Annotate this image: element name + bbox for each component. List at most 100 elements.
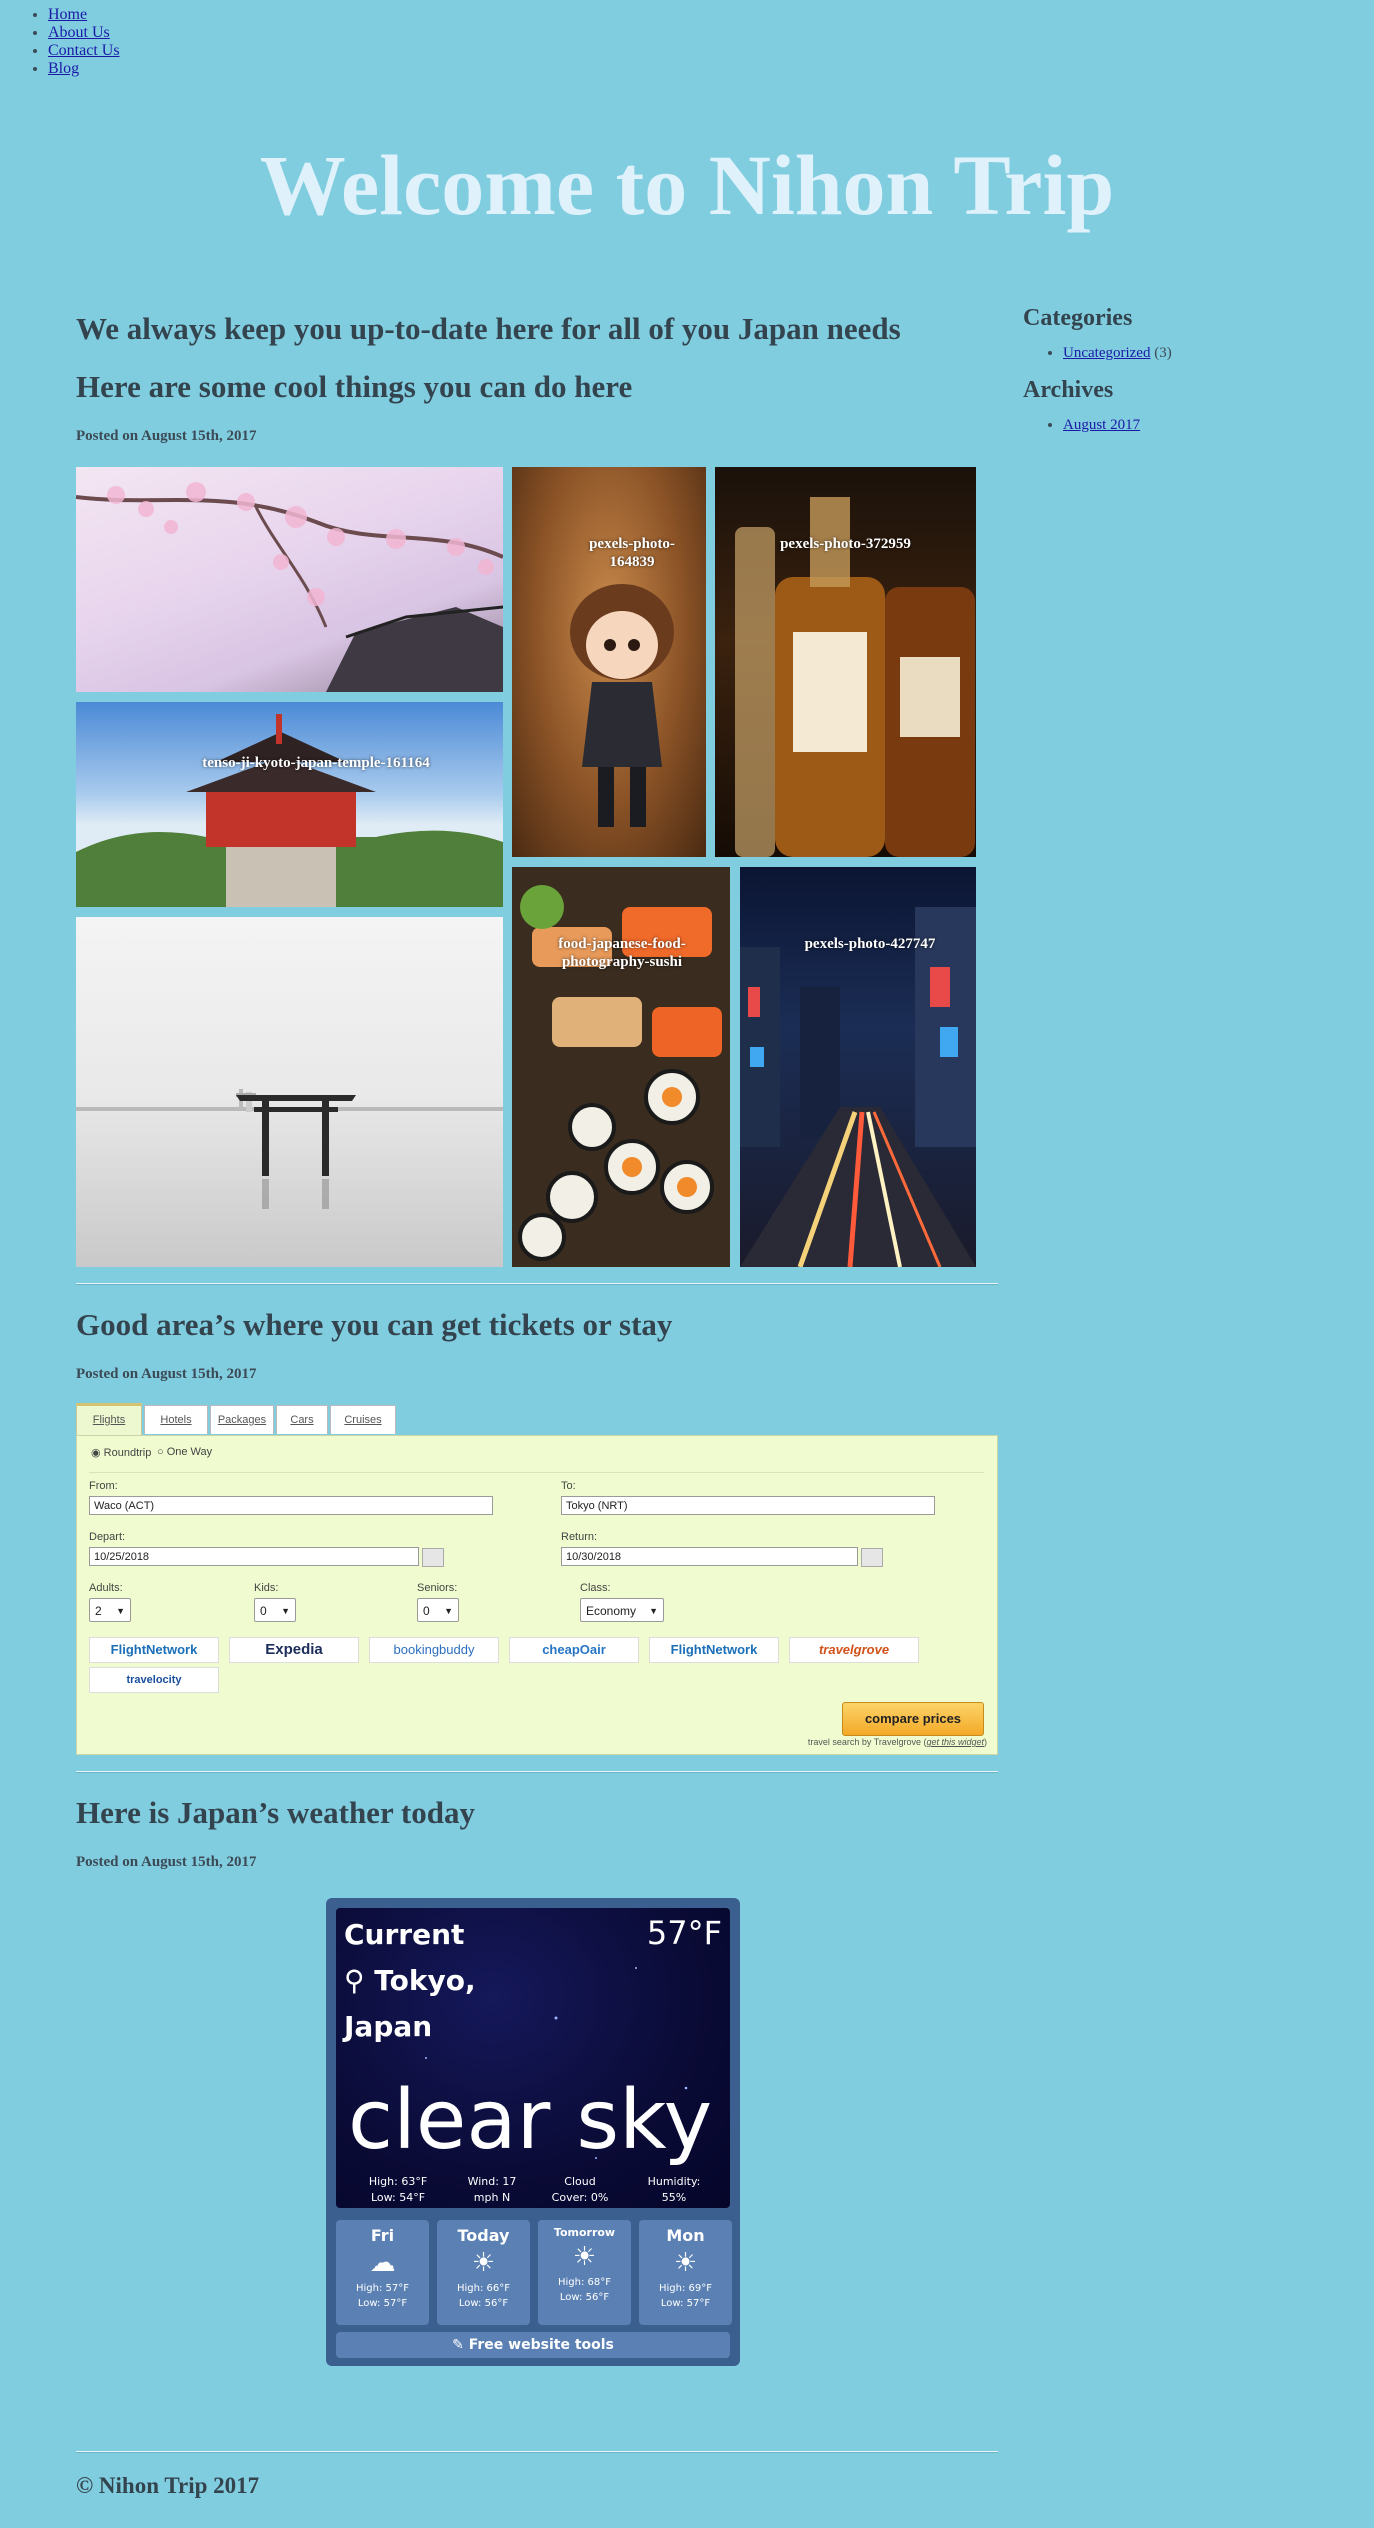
current-weather-panel: Current 57°F ⚲ Tokyo, Japan clear sky Hi… bbox=[336, 1908, 730, 2208]
gallery-image-figure[interactable]: pexels-photo-164839 bbox=[512, 467, 706, 857]
stat-line: 55% bbox=[661, 2191, 687, 2204]
from-input[interactable]: Waco (ACT) bbox=[89, 1496, 493, 1515]
return-label: Return: bbox=[561, 1531, 598, 1543]
nav-item-about[interactable]: About Us bbox=[48, 24, 120, 42]
sun-icon: ☀ bbox=[572, 2242, 597, 2272]
post-title-things: Here are some cool things you can do her… bbox=[76, 369, 633, 404]
provider-logo[interactable]: bookingbuddy bbox=[369, 1637, 499, 1663]
to-label: To: bbox=[561, 1480, 576, 1492]
depart-calendar-button[interactable] bbox=[422, 1548, 444, 1567]
tab-packages[interactable]: Packages bbox=[210, 1405, 274, 1434]
chevron-down-icon: ▼ bbox=[281, 1606, 290, 1616]
return-calendar-button[interactable] bbox=[861, 1548, 883, 1567]
return-input[interactable]: 10/30/2018 bbox=[561, 1547, 858, 1566]
map-pin-icon: ⚲ bbox=[344, 1964, 365, 1997]
paint-icon: ✎ bbox=[452, 2337, 464, 2353]
nav-item-home[interactable]: Home bbox=[48, 6, 120, 24]
city-night-art bbox=[740, 907, 976, 1267]
chevron-down-icon: ▼ bbox=[649, 1606, 658, 1616]
gallery-image-city[interactable]: pexels-photo-427747 bbox=[740, 867, 976, 1267]
depart-input[interactable]: 10/25/2018 bbox=[89, 1547, 419, 1566]
stat-line: Cover: 0% bbox=[551, 2191, 609, 2204]
stat-line: High: 63°F bbox=[368, 2175, 428, 2188]
forecast-low: Low: 57°F bbox=[660, 2298, 711, 2309]
cloud-rain-icon: ☁ bbox=[369, 2248, 396, 2278]
stat-humidity: Humidity: 55% bbox=[626, 2174, 722, 2206]
country-name: Japan bbox=[344, 2010, 433, 2043]
tab-hotels[interactable]: Hotels bbox=[144, 1405, 208, 1434]
provider-logo[interactable]: cheapOair bbox=[509, 1637, 639, 1663]
gallery-caption: food-japanese-food-photography-sushi bbox=[558, 936, 686, 970]
archive-item: August 2017 bbox=[1063, 417, 1353, 434]
widget-credit: travel search by Travelgrove (get this w… bbox=[808, 1737, 987, 1747]
free-website-tools-link[interactable]: ✎ Free website tools bbox=[336, 2332, 730, 2358]
whisky-bottles-art bbox=[735, 497, 975, 857]
forecast-day: Tomorrow ☀ High: 68°F Low: 56°F bbox=[538, 2220, 631, 2325]
travel-search-widget: Flights Hotels Packages Cars Cruises ◉ R… bbox=[76, 1403, 998, 1755]
forecast-day-name: Mon bbox=[666, 2226, 705, 2245]
gallery-image-temple[interactable]: tenso-ji-kyoto-japan-temple-161164 bbox=[76, 702, 503, 907]
forecast-high: High: 68°F bbox=[557, 2277, 611, 2288]
cherry-blossom-art bbox=[76, 482, 503, 692]
gallery-image-whisky[interactable]: pexels-photo-372959 bbox=[715, 467, 976, 857]
tab-cruises[interactable]: Cruises bbox=[330, 1405, 396, 1434]
provider-logo[interactable]: travelocity bbox=[89, 1667, 219, 1693]
gallery-image-cherry-blossom[interactable] bbox=[76, 467, 503, 692]
city-name: Tokyo, bbox=[374, 1964, 476, 1997]
class-select[interactable]: Economy ▼ bbox=[580, 1598, 664, 1622]
temple-art bbox=[76, 714, 503, 907]
roundtrip-label: Roundtrip bbox=[103, 1447, 152, 1459]
provider-logo[interactable]: Expedia bbox=[229, 1637, 359, 1663]
nav-link-about[interactable]: About Us bbox=[48, 24, 110, 41]
nav-item-blog[interactable]: Blog bbox=[48, 60, 120, 78]
nav-link-blog[interactable]: Blog bbox=[48, 60, 79, 77]
post-title-tickets: Good area’s where you can get tickets or… bbox=[76, 1307, 673, 1342]
flights-panel: ◉ Roundtrip ○ One Way From: Waco (ACT) T… bbox=[76, 1435, 998, 1755]
credit-text: travel search by Travelgrove ( bbox=[807, 1737, 927, 1747]
category-item: Uncategorized (3) bbox=[1063, 345, 1353, 362]
tab-flights[interactable]: Flights bbox=[76, 1403, 142, 1436]
forecast-low: Low: 56°F bbox=[458, 2298, 509, 2309]
figure-art bbox=[570, 584, 674, 827]
archives-list: August 2017 bbox=[1023, 417, 1353, 434]
archive-link[interactable]: August 2017 bbox=[1063, 417, 1140, 433]
footer-label: Free website tools bbox=[468, 2337, 614, 2353]
tab-cars[interactable]: Cars bbox=[276, 1405, 328, 1434]
kids-label: Kids: bbox=[254, 1582, 279, 1594]
nav-link-home[interactable]: Home bbox=[48, 6, 87, 23]
post-title-intro: We always keep you up-to-date here for a… bbox=[76, 311, 901, 346]
forecast-low: Low: 57°F bbox=[357, 2298, 408, 2309]
roundtrip-radio[interactable]: ◉ Roundtrip bbox=[91, 1446, 151, 1459]
category-link[interactable]: Uncategorized bbox=[1063, 345, 1150, 361]
provider-logo[interactable]: FlightNetwork bbox=[649, 1637, 779, 1663]
archives-title: Archives bbox=[1023, 377, 1114, 403]
to-input[interactable]: Tokyo (NRT) bbox=[561, 1496, 935, 1515]
seniors-value: 0 bbox=[423, 1604, 430, 1618]
stat-line: Cloud bbox=[564, 2175, 596, 2188]
panel-divider bbox=[89, 1472, 984, 1473]
divider bbox=[76, 2451, 998, 2453]
forecast-day-name: Today bbox=[457, 2226, 510, 2245]
nav-link-contact[interactable]: Contact Us bbox=[48, 42, 120, 59]
kids-select[interactable]: 0 ▼ bbox=[254, 1598, 296, 1622]
torii-gate-art bbox=[76, 1089, 503, 1209]
seniors-select[interactable]: 0 ▼ bbox=[417, 1598, 459, 1622]
kids-value: 0 bbox=[260, 1604, 267, 1618]
gallery-caption: pexels-photo-372959 bbox=[780, 536, 911, 552]
provider-logo[interactable]: travelgrove bbox=[789, 1637, 919, 1663]
forecast-high: High: 69°F bbox=[658, 2283, 712, 2294]
adults-select[interactable]: 2 ▼ bbox=[89, 1598, 131, 1622]
compare-prices-button[interactable]: compare prices bbox=[842, 1702, 984, 1736]
class-value: Economy bbox=[586, 1604, 637, 1618]
stat-line: Low: 54°F bbox=[370, 2191, 426, 2204]
gallery-image-torii[interactable] bbox=[76, 917, 503, 1267]
stat-line: mph N bbox=[473, 2191, 511, 2204]
get-widget-link[interactable]: get this widget bbox=[926, 1737, 984, 1747]
provider-logo[interactable]: FlightNetwork bbox=[89, 1637, 219, 1663]
weather-widget: Current 57°F ⚲ Tokyo, Japan clear sky Hi… bbox=[326, 1898, 740, 2366]
forecast-day: Today ☀ High: 66°F Low: 56°F bbox=[437, 2220, 530, 2325]
nav-item-contact[interactable]: Contact Us bbox=[48, 42, 120, 60]
gallery-image-sushi[interactable]: food-japanese-food-photography-sushi bbox=[512, 867, 730, 1267]
adults-value: 2 bbox=[95, 1604, 102, 1618]
oneway-radio[interactable]: ○ One Way bbox=[157, 1446, 212, 1458]
